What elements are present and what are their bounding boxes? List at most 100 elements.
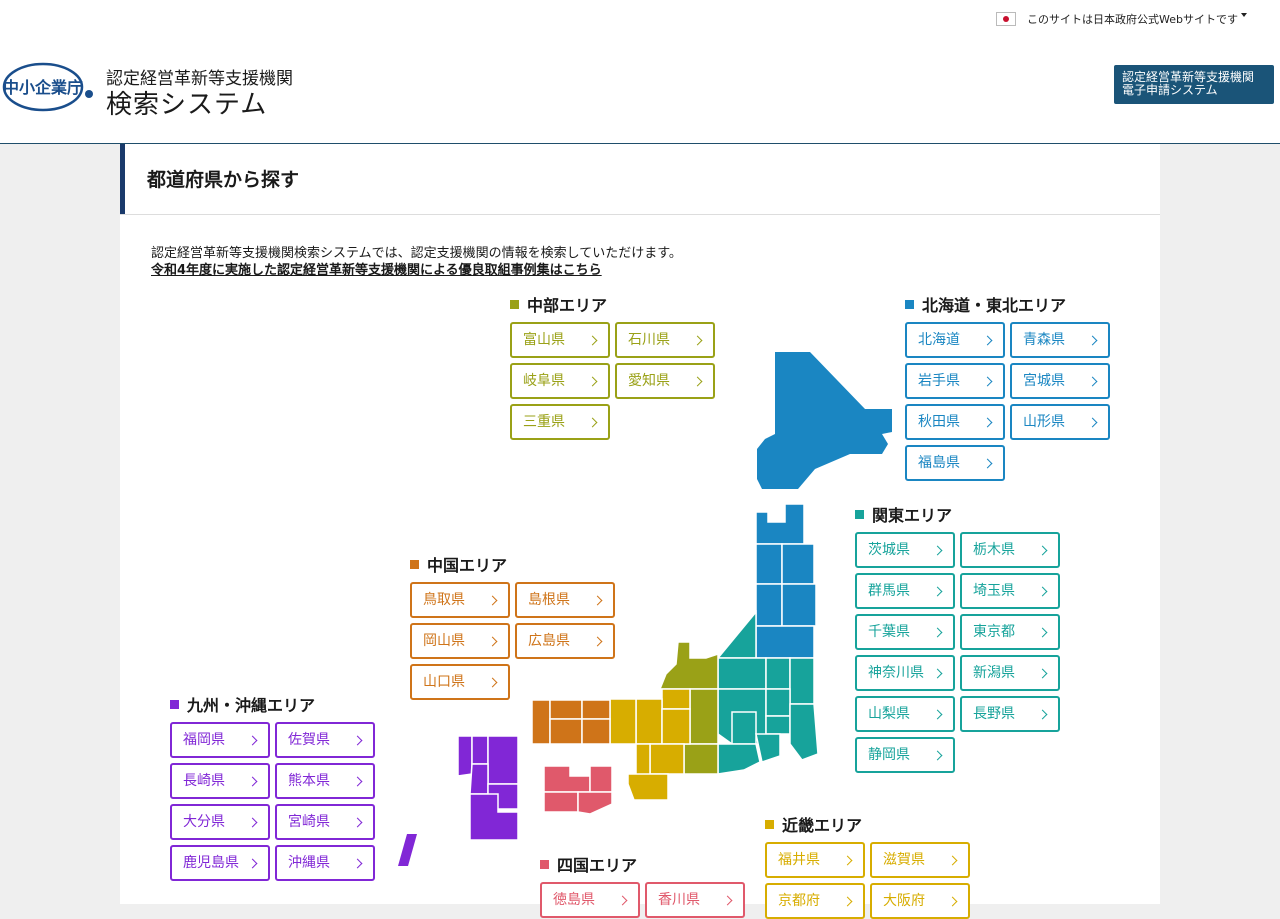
prefecture-button[interactable]: 岐阜県: [510, 363, 610, 399]
prefecture-button[interactable]: 岡山県: [410, 623, 510, 659]
prefecture-button[interactable]: 東京都: [960, 614, 1060, 650]
prefecture-label: 宮崎県: [288, 814, 330, 830]
chevron-right-icon: [247, 776, 258, 787]
prefecture-button[interactable]: 宮崎県: [275, 804, 375, 840]
prefecture-button[interactable]: 茨城県: [855, 532, 955, 568]
region-color-marker: [765, 819, 774, 829]
prefecture-button[interactable]: 長崎県: [170, 763, 270, 799]
prefecture-label: 埼玉県: [973, 583, 1015, 599]
prefecture-label: 熊本県: [288, 773, 330, 789]
chevron-right-icon: [982, 335, 993, 346]
prefecture-label: 三重県: [523, 414, 565, 430]
prefecture-button[interactable]: 静岡県: [855, 737, 955, 773]
prefecture-label: 山形県: [1023, 414, 1065, 430]
prefecture-button[interactable]: 群馬県: [855, 573, 955, 609]
prefecture-label: 愛知県: [628, 373, 670, 389]
prefecture-button[interactable]: 山形県: [1010, 404, 1110, 440]
chevron-right-icon: [587, 335, 598, 346]
e-application-button[interactable]: 認定経営革新等支援機関 電子申請システム: [1114, 65, 1274, 104]
prefecture-button[interactable]: 栃木県: [960, 532, 1060, 568]
site-header: このサイトは日本政府公式Webサイトです 中小企業庁 認定経営革新等支援機関 検…: [0, 0, 1280, 144]
prefecture-button[interactable]: 宮城県: [1010, 363, 1110, 399]
prefecture-button[interactable]: 千葉県: [855, 614, 955, 650]
chevron-right-icon: [1037, 586, 1048, 597]
gov-notice-text: このサイトは日本政府公式Webサイトです: [1027, 13, 1238, 26]
region-title-label: 関東エリア: [872, 506, 953, 525]
prefecture-button[interactable]: 岩手県: [905, 363, 1005, 399]
prefecture-button[interactable]: 香川県: [645, 882, 745, 918]
japan-flag-icon: [996, 12, 1016, 26]
prefecture-button[interactable]: 福島県: [905, 445, 1005, 481]
prefecture-label: 島根県: [528, 592, 570, 608]
prefecture-label: 青森県: [1023, 332, 1065, 348]
prefecture-button[interactable]: 徳島県: [540, 882, 640, 918]
sme-agency-logo[interactable]: 中小企業庁: [2, 61, 94, 113]
prefecture-label: 長崎県: [183, 773, 225, 789]
prefecture-button[interactable]: 愛知県: [615, 363, 715, 399]
prefecture-label: 徳島県: [553, 892, 595, 908]
map-hokkaido: [757, 352, 892, 489]
prefecture-button[interactable]: 沖縄県: [275, 845, 375, 881]
prefecture-label: 福島県: [918, 455, 960, 471]
chevron-right-icon: [352, 776, 363, 787]
prefecture-button[interactable]: 富山県: [510, 322, 610, 358]
chevron-right-icon: [247, 817, 258, 828]
prefecture-button[interactable]: 秋田県: [905, 404, 1005, 440]
chevron-right-icon: [982, 417, 993, 428]
case-studies-link[interactable]: 令和4年度に実施した認定経営革新等支援機関による優良取組事例集はこちら: [151, 259, 602, 278]
prefecture-button[interactable]: 広島県: [515, 623, 615, 659]
prefecture-label: 沖縄県: [288, 855, 330, 871]
prefecture-button[interactable]: 鹿児島県: [170, 845, 270, 881]
prefecture-button[interactable]: 神奈川県: [855, 655, 955, 691]
panel-header: 都道府県から探す: [120, 144, 1160, 215]
prefecture-button[interactable]: 青森県: [1010, 322, 1110, 358]
chevron-right-icon: [1037, 668, 1048, 679]
prefecture-button[interactable]: 島根県: [515, 582, 615, 618]
prefecture-button[interactable]: 大阪府: [870, 883, 970, 919]
site-title-line2: 検索システム: [106, 90, 268, 120]
chevron-right-icon: [247, 735, 258, 746]
prefecture-button[interactable]: 京都府: [765, 883, 865, 919]
chevron-right-icon: [947, 855, 958, 866]
prefecture-button[interactable]: 埼玉県: [960, 573, 1060, 609]
prefecture-button[interactable]: 熊本県: [275, 763, 375, 799]
e-application-label-2: 電子申請システム: [1122, 83, 1218, 97]
region-title-hokkaido-tohoku: 北海道・東北エリア: [905, 292, 1066, 316]
region-title-label: 北海道・東北エリア: [922, 296, 1067, 315]
map-tohoku: [755, 503, 817, 659]
prefecture-button[interactable]: 長野県: [960, 696, 1060, 732]
chevron-right-icon: [592, 636, 603, 647]
region-title-kinki: 近畿エリア: [765, 812, 862, 836]
prefecture-label: 栃木県: [973, 542, 1015, 558]
prefecture-button[interactable]: 新潟県: [960, 655, 1060, 691]
prefecture-button[interactable]: 山梨県: [855, 696, 955, 732]
prefecture-label: 大分県: [183, 814, 225, 830]
prefecture-label: 広島県: [528, 633, 570, 649]
chevron-right-icon: [932, 545, 943, 556]
prefecture-button[interactable]: 福岡県: [170, 722, 270, 758]
gov-notice[interactable]: このサイトは日本政府公式Webサイトです: [996, 11, 1247, 27]
region-title-label: 近畿エリア: [782, 816, 863, 835]
prefecture-button[interactable]: 三重県: [510, 404, 610, 440]
chevron-right-icon: [587, 376, 598, 387]
chevron-right-icon: [692, 376, 703, 387]
prefecture-button[interactable]: 大分県: [170, 804, 270, 840]
region-title-label: 中部エリア: [527, 296, 608, 315]
prefecture-button[interactable]: 滋賀県: [870, 842, 970, 878]
prefecture-button[interactable]: 福井県: [765, 842, 865, 878]
prefecture-button[interactable]: 佐賀県: [275, 722, 375, 758]
caret-down-icon: [1240, 13, 1247, 17]
prefecture-button[interactable]: 北海道: [905, 322, 1005, 358]
prefecture-button[interactable]: 鳥取県: [410, 582, 510, 618]
prefecture-button[interactable]: 石川県: [615, 322, 715, 358]
chevron-right-icon: [587, 417, 598, 428]
prefecture-label: 千葉県: [868, 624, 910, 640]
prefecture-label: 群馬県: [868, 583, 910, 599]
chevron-right-icon: [1087, 376, 1098, 387]
chevron-right-icon: [1087, 417, 1098, 428]
prefecture-label: 山梨県: [868, 706, 910, 722]
prefecture-button[interactable]: 山口県: [410, 664, 510, 700]
prefecture-label: 秋田県: [918, 414, 960, 430]
prefecture-label: 佐賀県: [288, 732, 330, 748]
chevron-right-icon: [352, 858, 363, 869]
